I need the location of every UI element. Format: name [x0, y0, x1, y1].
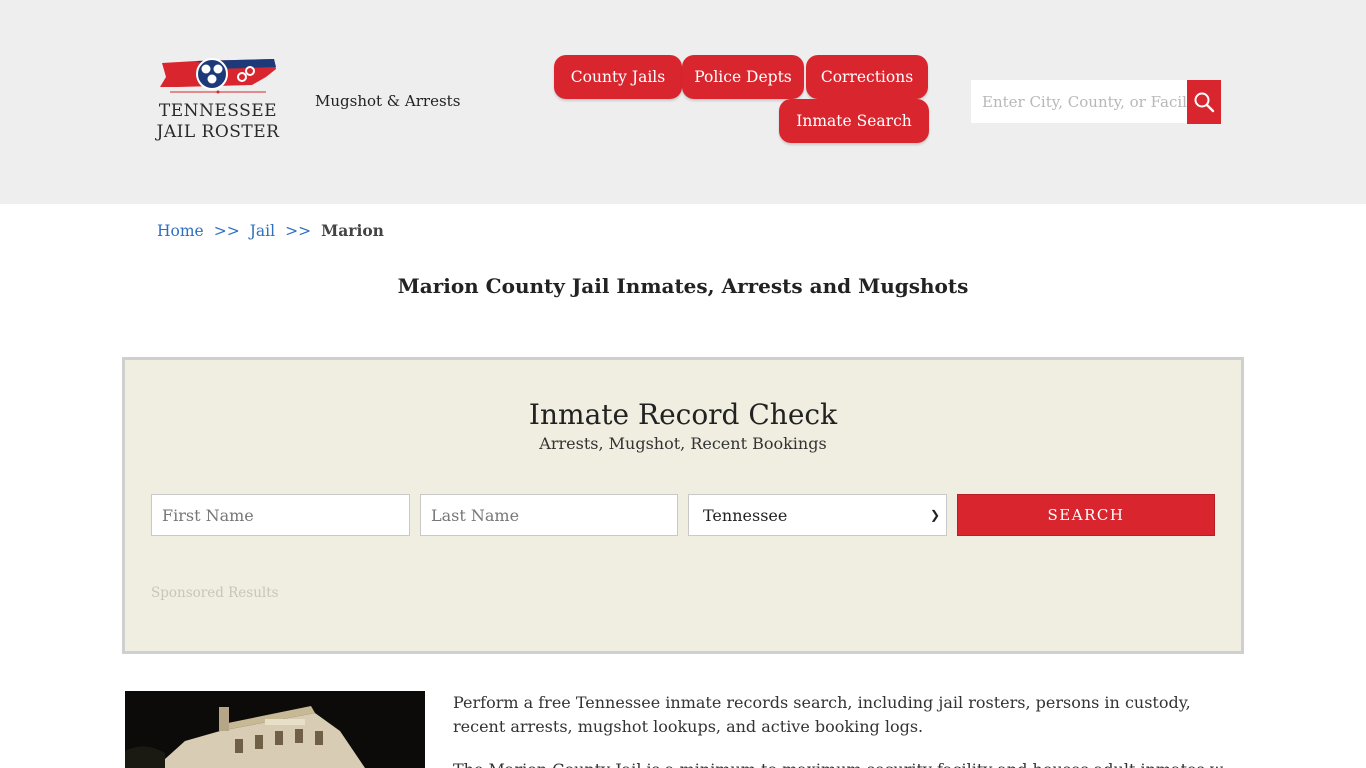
- nav-corrections[interactable]: Corrections: [806, 55, 928, 99]
- site-header: TENNESSEE JAIL ROSTER Mugshot & Arrests …: [0, 0, 1366, 204]
- location-search-input[interactable]: [971, 80, 1187, 123]
- facility-description-paragraph: The Marion County Jail is a minimum to m…: [453, 758, 1223, 768]
- location-search-field: [971, 80, 1187, 123]
- search-submit-button[interactable]: SEARCH: [957, 494, 1215, 536]
- site-logo[interactable]: TENNESSEE JAIL ROSTER: [152, 55, 284, 147]
- location-search-button[interactable]: [1187, 80, 1221, 124]
- first-name-input[interactable]: [152, 495, 409, 535]
- breadcrumb-jail[interactable]: Jail: [250, 222, 275, 240]
- nav-police-depts[interactable]: Police Depts: [682, 55, 804, 99]
- logo-text-line2: JAIL ROSTER: [156, 122, 280, 142]
- page-title: Marion County Jail Inmates, Arrests and …: [397, 274, 969, 298]
- site-tagline: Mugshot & Arrests: [315, 92, 461, 110]
- state-select-value: Tennessee: [703, 505, 788, 525]
- first-name-field: [151, 494, 410, 536]
- nav-county-jails[interactable]: County Jails: [554, 55, 682, 99]
- logo-text-line1: TENNESSEE: [158, 101, 278, 121]
- breadcrumb: Home >> Jail >> Marion: [157, 221, 384, 240]
- tennessee-state-icon: [160, 58, 276, 94]
- intro-paragraph: Perform a free Tennessee inmate records …: [453, 693, 1191, 736]
- state-select[interactable]: Tennessee ❯: [688, 494, 947, 536]
- jail-building-photo: [125, 691, 425, 768]
- breadcrumb-separator: >>: [213, 222, 240, 240]
- breadcrumb-separator: >>: [285, 222, 312, 240]
- breadcrumb-home[interactable]: Home: [157, 222, 204, 240]
- chevron-down-icon: ❯: [929, 508, 940, 522]
- sponsored-results-label: Sponsored Results: [151, 585, 279, 601]
- search-icon: [1194, 92, 1215, 113]
- last-name-input[interactable]: [421, 495, 677, 535]
- breadcrumb-current: Marion: [321, 221, 384, 240]
- nav-inmate-search[interactable]: Inmate Search: [779, 99, 929, 143]
- inmate-record-check-panel: Inmate Record Check Arrests, Mugshot, Re…: [122, 357, 1244, 654]
- last-name-field: [420, 494, 678, 536]
- record-check-title: Inmate Record Check: [528, 398, 838, 431]
- record-check-subtitle: Arrests, Mugshot, Recent Bookings: [539, 434, 827, 453]
